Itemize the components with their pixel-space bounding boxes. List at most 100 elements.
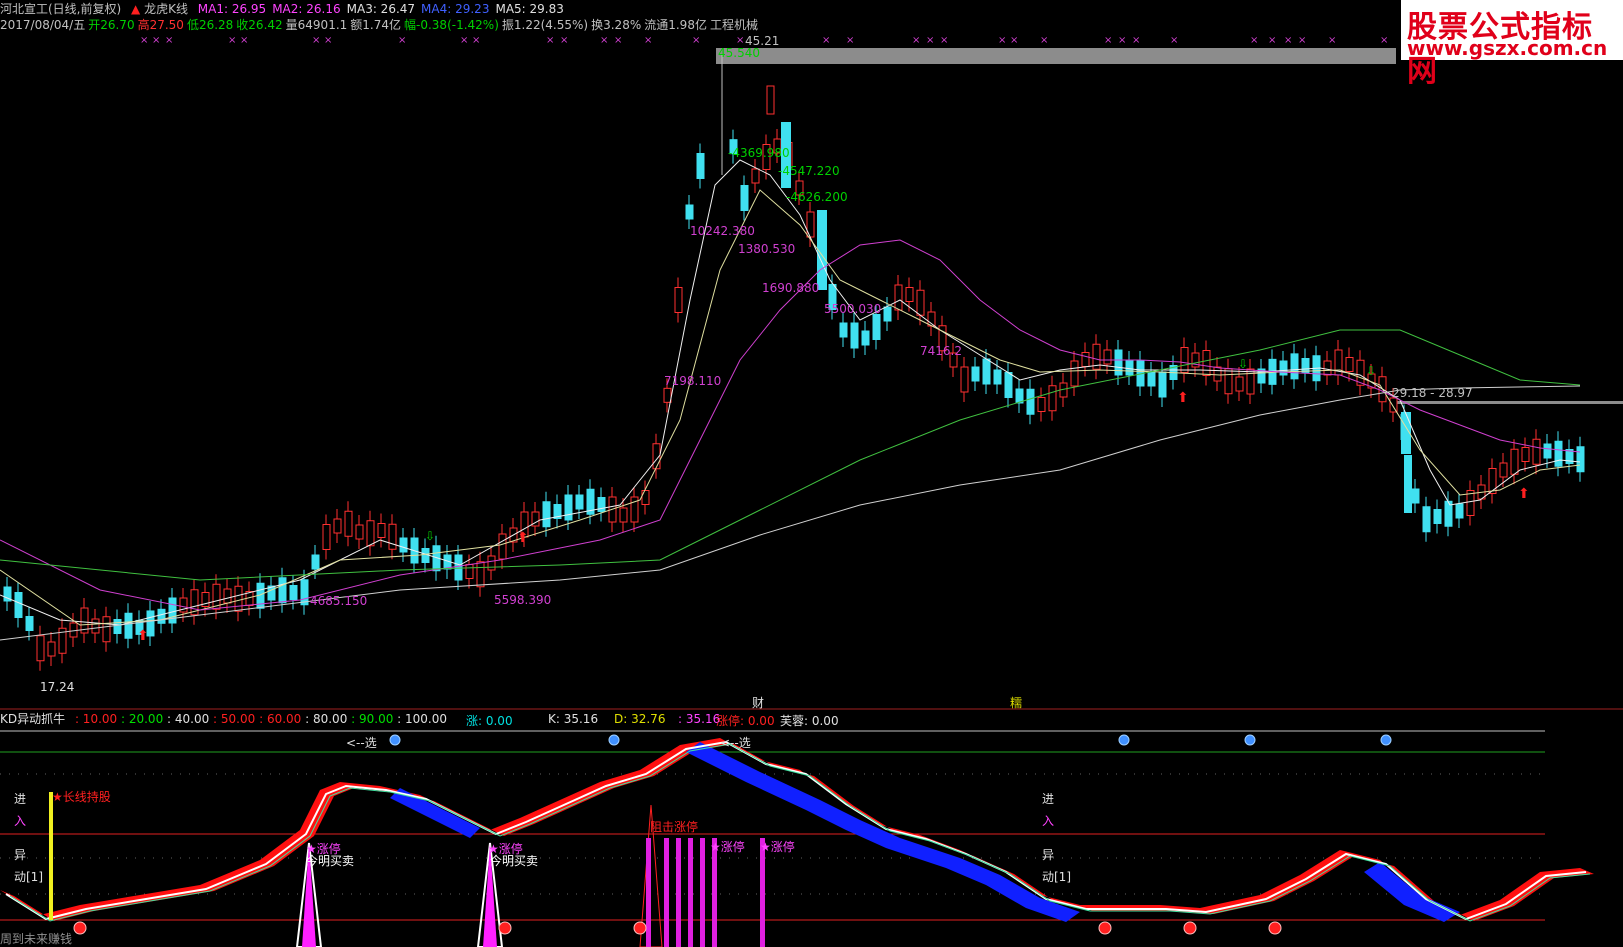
x-marker: × bbox=[1010, 35, 1018, 46]
green-down-arrow-icon: ⇩ bbox=[1238, 357, 1248, 371]
x-marker: × bbox=[152, 35, 160, 46]
x-marker: × bbox=[1268, 35, 1276, 46]
candle-body bbox=[289, 585, 298, 600]
magenta-bar bbox=[688, 838, 693, 947]
d-value: D: 32.76 bbox=[614, 712, 666, 726]
blue-ball-icon bbox=[608, 734, 620, 746]
candle-body bbox=[564, 494, 573, 521]
candle-body bbox=[344, 510, 353, 537]
candle-body bbox=[993, 369, 1002, 385]
x-marker: × bbox=[926, 35, 934, 46]
magenta-bar bbox=[646, 838, 651, 947]
j-value: : 35.16 bbox=[678, 712, 721, 726]
level-3: : 40.00 bbox=[163, 712, 210, 726]
level-7: : 90.00 bbox=[347, 712, 394, 726]
level-list: : 10.00 : 20.00 : 40.00 : 50.00 : 60.00 … bbox=[75, 712, 447, 726]
x-marker: × bbox=[1132, 35, 1140, 46]
green-down-arrow-icon: ⇩ bbox=[425, 529, 435, 543]
jin-label-right: 进 bbox=[1042, 792, 1055, 806]
magenta-bar bbox=[676, 838, 681, 947]
x-marker: × bbox=[460, 35, 468, 46]
candle-body bbox=[1279, 360, 1288, 376]
kd-blue-ribbon bbox=[686, 742, 1080, 922]
x-marker: × bbox=[312, 35, 320, 46]
kd-red-ribbon bbox=[0, 738, 1594, 921]
red-ball-icon bbox=[633, 921, 647, 935]
candle-body bbox=[1158, 371, 1167, 398]
candle-body bbox=[1202, 350, 1211, 376]
candle-body bbox=[1576, 446, 1585, 473]
ru-label-right: 入 bbox=[1042, 814, 1055, 828]
candle-body bbox=[1543, 443, 1552, 459]
block-limit-label: 阻击涨停 bbox=[650, 820, 699, 834]
annotation-9: 4685.150 bbox=[310, 594, 368, 608]
red-ball-icon bbox=[1268, 921, 1282, 935]
select-left-label: <--选 bbox=[346, 736, 377, 750]
candle-body bbox=[542, 501, 551, 528]
kd-blue-ribbon bbox=[1364, 862, 1460, 922]
candle-body bbox=[1037, 397, 1046, 412]
dong-label-right: 动[1] bbox=[1042, 870, 1071, 884]
candle-body bbox=[619, 507, 628, 523]
candle-body bbox=[839, 322, 848, 338]
candle-body bbox=[1455, 503, 1464, 519]
candle-body bbox=[1433, 509, 1442, 524]
x-marker: × bbox=[846, 35, 854, 46]
long-hold-bar bbox=[49, 792, 53, 920]
candle-body bbox=[1290, 353, 1299, 380]
limit-up-label-4: ★涨停 bbox=[760, 840, 795, 854]
annotation-7: 5500.030 bbox=[824, 302, 882, 316]
candle-body bbox=[91, 618, 100, 634]
candle-body bbox=[69, 622, 78, 638]
chart-canvas[interactable]: × × × × × × × × × × × × × × × × × × × × × × × × × × × × × × × × × × × ⬆ ⬆ ⬆ ⬆ ⇩… bbox=[0, 0, 1623, 947]
x-marker: × bbox=[912, 35, 920, 46]
dong-label-left: 动[1] bbox=[14, 870, 43, 884]
candle-body bbox=[1147, 371, 1156, 387]
candle-body bbox=[861, 330, 870, 346]
candle-body bbox=[14, 592, 23, 618]
red-ball-icon bbox=[498, 921, 512, 935]
candle-body bbox=[1070, 360, 1079, 387]
ma4-line bbox=[0, 329, 1581, 581]
candle-body bbox=[740, 185, 749, 211]
candle-body bbox=[663, 387, 672, 403]
candle-body bbox=[971, 366, 980, 382]
candle-body bbox=[1004, 372, 1013, 398]
ma1-line bbox=[0, 159, 1581, 626]
x-marker: × bbox=[1040, 35, 1048, 46]
x-marker: × bbox=[1328, 35, 1336, 46]
candle-body bbox=[1488, 468, 1497, 494]
candle-body bbox=[47, 641, 56, 657]
marker-cai: 财 bbox=[752, 696, 765, 710]
annotation-6: 1690.880 bbox=[762, 281, 820, 295]
candle-body bbox=[498, 533, 507, 560]
annotation-1: -4369.980 bbox=[728, 146, 790, 160]
magenta-bar bbox=[700, 838, 705, 947]
candle-body bbox=[1301, 358, 1310, 373]
annotation-4: 10242.380 bbox=[690, 224, 755, 238]
candle-body bbox=[751, 168, 760, 184]
ma3-line bbox=[0, 239, 1581, 611]
lower-panel-header: KD异动抓牛 : 10.00 : 20.00 : 40.00 : 50.00 :… bbox=[0, 712, 447, 726]
candle-body bbox=[25, 616, 34, 631]
candle-body bbox=[465, 564, 474, 579]
fuorong-value: 芙蓉: 0.00 bbox=[780, 714, 839, 728]
kd-white-line bbox=[5, 740, 1587, 921]
x-marker: × bbox=[940, 35, 948, 46]
candle-body bbox=[113, 619, 122, 634]
level-2: : 20.00 bbox=[117, 712, 164, 726]
candle-body bbox=[1499, 462, 1508, 478]
candle-body bbox=[168, 597, 177, 624]
candle-body bbox=[696, 153, 705, 179]
red-up-arrow-icon: ⬆ bbox=[137, 628, 149, 644]
blue-ball-icon bbox=[1118, 734, 1130, 746]
candle-body bbox=[454, 554, 463, 581]
candle-body bbox=[1411, 488, 1420, 504]
candle-body bbox=[1554, 440, 1563, 467]
candle-body bbox=[388, 523, 397, 550]
low-price-label: 17.24 bbox=[40, 680, 75, 694]
x-marker: × bbox=[1250, 35, 1258, 46]
marker-xu: 糯 bbox=[1010, 696, 1023, 710]
x-marker: × bbox=[140, 35, 148, 46]
lower-panel-title: KD异动抓牛 bbox=[0, 712, 66, 726]
